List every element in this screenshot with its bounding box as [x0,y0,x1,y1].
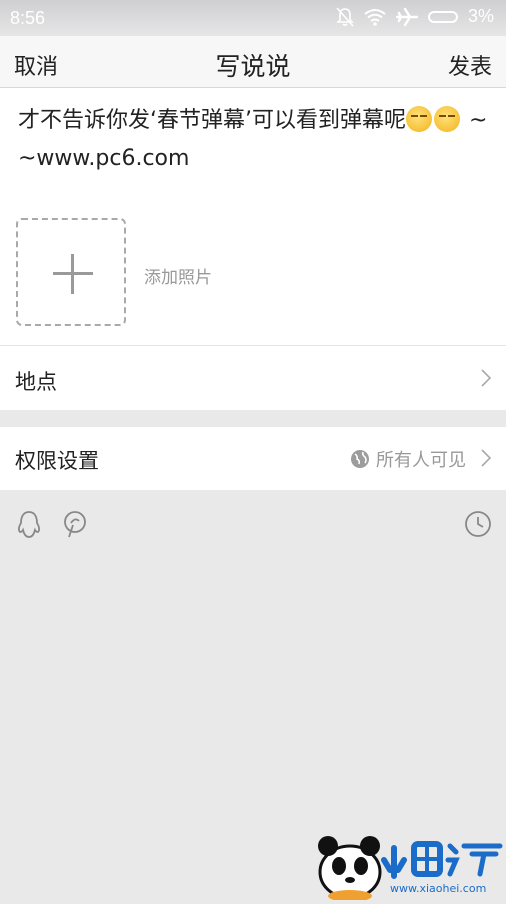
watermark-url: www.xiaohei.com [390,882,486,895]
chevron-right-icon [481,369,492,387]
add-photo-button[interactable] [16,218,126,326]
smirk-emoji-icon [406,106,432,132]
battery-percent: 3% [467,6,494,26]
privacy-value-text: 所有人可见 [376,450,466,471]
watermark-logo: www.xiaohei.com [310,830,506,902]
qq-icon[interactable] [15,510,43,540]
page-title: 写说说 [215,52,291,81]
clock-icon[interactable] [464,510,492,538]
mention-icon[interactable] [62,510,88,540]
nav-bar: 取消 写说说 发表 [0,36,506,88]
post-text-main: 才不告诉你发‘春节弹幕’可以看到弹幕呢 [18,108,406,133]
airplane-icon [395,7,418,26]
compose-area: 才不告诉你发‘春节弹幕’可以看到弹幕呢 ~ ~www.pc6.com 添加照片 [0,88,506,345]
post-text-input[interactable]: 才不告诉你发‘春节弹幕’可以看到弹幕呢 ~ ~www.pc6.com [18,102,488,178]
privacy-value: 所有人可见 [350,446,466,472]
privacy-row[interactable]: 权限设置 所有人可见 [0,427,506,490]
panda-logo-icon: www.xiaohei.com [318,836,503,902]
wifi-icon [364,8,386,26]
location-row[interactable]: 地点 [0,345,506,410]
location-label: 地点 [15,370,57,394]
globe-icon [351,450,369,468]
smirk-emoji-icon [434,106,460,132]
compose-toolbar [0,490,506,560]
privacy-label: 权限设置 [15,449,99,473]
add-photo-label: 添加照片 [144,268,212,288]
chevron-right-icon [481,449,492,467]
status-icons: 3% [336,6,494,27]
status-bar: 8:56 3% [0,0,506,36]
bell-muted-icon [336,6,354,27]
battery-icon [427,10,458,23]
publish-button[interactable]: 发表 [448,49,492,81]
status-time: 8:56 [10,8,46,28]
